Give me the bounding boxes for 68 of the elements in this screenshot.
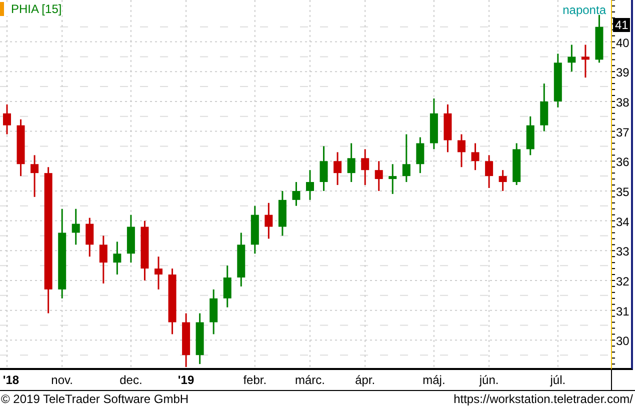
axis-label: dec. (120, 373, 142, 387)
candlestick (347, 143, 356, 182)
candlestick (196, 313, 204, 364)
candlestick (485, 155, 494, 188)
axis-label: 33 (616, 244, 630, 259)
axis-label: '19 (178, 373, 194, 387)
candlestick (554, 54, 562, 108)
axis-label: '18 (2, 373, 20, 387)
candlestick (388, 164, 397, 194)
candlestick (278, 190, 286, 236)
candlestick (168, 268, 176, 334)
candlestick (264, 202, 273, 239)
candlestick (182, 313, 190, 368)
copyright-text: © 2019 TeleTrader Software GmbH (1, 392, 189, 406)
candlestick (568, 44, 576, 72)
interval-label: naponta (562, 3, 606, 17)
candlestick (306, 170, 314, 200)
candlestick (320, 146, 328, 191)
candlestick (154, 256, 162, 290)
axis-label: 32 (616, 274, 630, 288)
candlestick (210, 289, 218, 334)
axis-label: 39 (616, 66, 630, 80)
axis-label: júl. (550, 373, 566, 387)
candlestick (416, 137, 424, 174)
axis-label: márc. (295, 373, 325, 387)
axis-label: 30 (616, 334, 630, 348)
candlestick (581, 44, 590, 78)
axis-label: 36 (616, 155, 630, 170)
candlestick (498, 170, 507, 191)
candlestick (526, 116, 534, 156)
candlestick (113, 242, 122, 275)
candlestick (512, 143, 521, 185)
candlestick (458, 134, 466, 168)
candlestick (374, 161, 383, 191)
candlestick (86, 218, 94, 257)
axis-label: 40 (616, 36, 630, 50)
symbol-label: PHIA [15] (0, 2, 62, 16)
candlestick (471, 143, 480, 170)
candlestick (237, 232, 246, 286)
candlestick (3, 104, 11, 134)
candlestick (402, 134, 410, 182)
candlestick (30, 155, 39, 197)
axis-label: nov. (51, 373, 73, 387)
last-price-label: 41 (613, 18, 630, 32)
axis-label: máj. (422, 373, 446, 387)
candlestick (16, 119, 25, 176)
candlestick (99, 236, 108, 284)
candlestick (250, 206, 259, 254)
axis-label: 35 (616, 184, 630, 199)
axis-label: 34 (616, 214, 630, 229)
axis-label: 38 (616, 95, 630, 110)
axis-label: ápr. (355, 373, 376, 387)
candlestick (361, 149, 370, 185)
axis-label: 37 (616, 125, 630, 140)
candlestick (292, 182, 300, 206)
candlestick (430, 98, 438, 150)
candlestick (126, 214, 135, 263)
axis-label: febr. (243, 373, 267, 387)
axis-label: jún. (479, 373, 499, 387)
candlestick (72, 208, 80, 245)
candlestick (223, 266, 232, 308)
website-link[interactable]: https://workstation.teletrader.com/ (454, 392, 633, 406)
axis-label: 31 (616, 304, 630, 318)
candlestick (540, 84, 548, 132)
candlestick (444, 104, 452, 152)
candlestick (334, 152, 342, 185)
candlestick (595, 14, 604, 63)
candlestick (140, 220, 149, 280)
